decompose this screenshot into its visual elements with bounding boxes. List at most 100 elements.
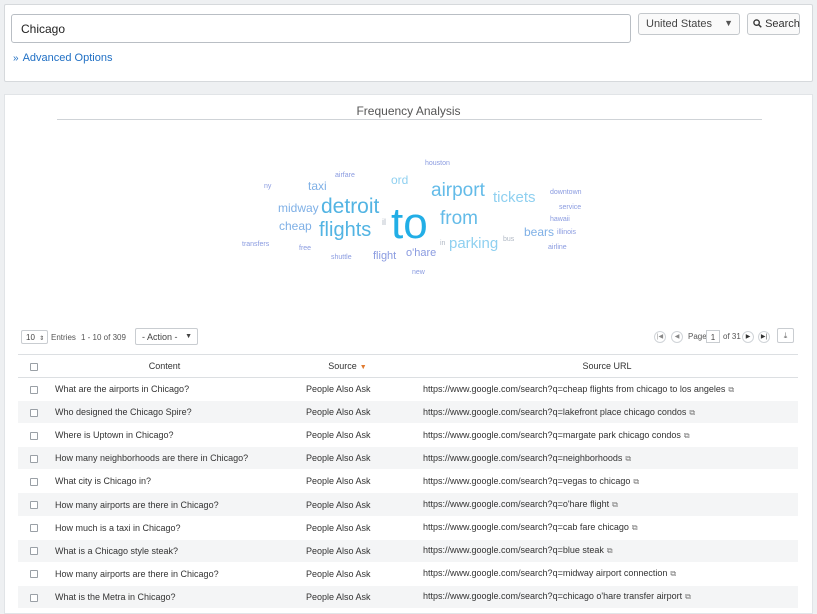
table-row[interactable]: Who designed the Chicago Spire? People Al… [18, 400, 798, 425]
word-cloud-term[interactable]: il [382, 218, 386, 227]
table-row[interactable]: Where is Uptown in Chicago? People Also A… [18, 423, 798, 448]
word-cloud-term[interactable]: parking [449, 236, 498, 251]
column-header-source-url[interactable]: Source URL [416, 354, 798, 378]
table-row[interactable]: What is a Chicago style steak? People Als… [18, 539, 798, 563]
row-checkbox[interactable] [30, 501, 38, 510]
source-url-link[interactable]: https://www.google.com/search?q=neighbor… [423, 453, 622, 463]
word-cloud-term[interactable]: bears [524, 226, 554, 238]
source-url-link[interactable]: https://www.google.com/search?q=chicago … [423, 591, 682, 601]
word-cloud-term[interactable]: ny [264, 183, 271, 190]
entries-per-page-select[interactable]: 10 ⇕ [21, 330, 48, 344]
word-cloud-term[interactable]: to [391, 202, 428, 246]
word-cloud-term[interactable]: ord [391, 174, 408, 186]
row-checkbox[interactable] [30, 593, 38, 602]
next-page-icon[interactable]: ▶ [742, 331, 754, 343]
word-cloud-term[interactable]: downtown [550, 189, 582, 196]
table-row[interactable]: What are the airports in Chicago? People … [18, 377, 798, 402]
word-cloud-term[interactable]: tickets [493, 190, 536, 205]
content-cell: Who designed the Chicago Spire? [50, 400, 279, 425]
first-page-icon[interactable]: |◀ [654, 331, 666, 343]
word-cloud-term[interactable]: transfers [242, 241, 269, 248]
table-row[interactable]: How many neighborhoods are there in Chic… [18, 446, 798, 471]
action-select-value: - Action - [142, 332, 178, 342]
source-cell: People Also Ask [279, 492, 416, 517]
content-cell: How many airports are there in Chicago? [50, 562, 279, 586]
column-header-content[interactable]: Content [50, 354, 279, 378]
row-checkbox-cell [18, 585, 50, 609]
source-url-link[interactable]: https://www.google.com/search?q=blue ste… [423, 545, 604, 555]
row-checkbox[interactable] [30, 385, 38, 394]
table-row[interactable]: How much is a taxi in Chicago? People Als… [18, 516, 798, 540]
content-cell: What is a Chicago style steak? [50, 539, 279, 563]
external-link-icon[interactable]: ⧉ [612, 500, 618, 509]
external-link-icon[interactable]: ⧉ [633, 477, 639, 486]
source-cell: People Also Ask [279, 423, 416, 448]
word-cloud-term[interactable]: illinois [557, 229, 576, 236]
word-cloud-term[interactable]: bus [503, 236, 514, 243]
external-link-icon[interactable]: ⧉ [684, 431, 690, 440]
word-cloud-term[interactable]: airfare [335, 172, 355, 179]
source-url-cell: https://www.google.com/search?q=vegas to… [416, 469, 798, 494]
content-cell: How much is a taxi in Chicago? [50, 516, 279, 540]
word-cloud-term[interactable]: shuttle [331, 254, 352, 261]
table-row[interactable]: What city is Chicago in? People Also Ask h… [18, 469, 798, 494]
table-row[interactable]: How many airports are there in Chicago? P… [18, 492, 798, 517]
word-cloud-term[interactable]: in [440, 240, 445, 247]
external-link-icon[interactable]: ⧉ [670, 569, 676, 578]
word-cloud-term[interactable]: hawaii [550, 216, 570, 223]
row-checkbox[interactable] [30, 547, 38, 556]
word-cloud-term[interactable]: flight [373, 251, 396, 262]
external-link-icon[interactable]: ⧉ [607, 546, 613, 555]
word-cloud-term[interactable]: airport [431, 181, 485, 200]
page-count: of 31 [723, 332, 741, 341]
select-all-cell [18, 354, 50, 378]
source-url-link[interactable]: https://www.google.com/search?q=margate … [423, 430, 681, 440]
word-cloud-term[interactable]: from [440, 209, 478, 228]
row-checkbox[interactable] [30, 454, 38, 463]
source-cell: People Also Ask [279, 516, 416, 540]
column-header-source[interactable]: Source ▼ [279, 354, 416, 378]
source-url-link[interactable]: https://www.google.com/search?q=cheap fl… [423, 384, 725, 394]
external-link-icon[interactable]: ⧉ [685, 592, 691, 601]
last-page-icon[interactable]: ▶| [758, 331, 770, 343]
source-url-link[interactable]: https://www.google.com/search?q=cab fare… [423, 522, 629, 532]
source-url-link[interactable]: https://www.google.com/search?q=lakefron… [423, 407, 686, 417]
external-link-icon[interactable]: ⧉ [689, 408, 695, 417]
word-cloud-term[interactable]: free [299, 245, 311, 252]
row-checkbox[interactable] [30, 408, 38, 417]
action-select[interactable]: - Action - ▼ [135, 328, 198, 345]
word-cloud-term[interactable]: service [559, 204, 581, 211]
chevron-down-icon: ▼ [185, 333, 192, 340]
export-button[interactable]: ⤓ [777, 328, 794, 343]
external-link-icon[interactable]: ⧉ [625, 454, 631, 463]
row-checkbox[interactable] [30, 524, 38, 533]
word-cloud-term[interactable]: airline [548, 244, 567, 251]
page-number-input[interactable]: 1 [706, 330, 720, 343]
word-cloud: to detroit flights airport from tickets parkin… [0, 0, 817, 300]
word-cloud-term[interactable]: detroit [321, 196, 379, 217]
results-table: Content Source ▼ Source URL What are the … [18, 354, 798, 609]
source-url-link[interactable]: https://www.google.com/search?q=vegas to… [423, 476, 630, 486]
source-url-cell: https://www.google.com/search?q=lakefron… [416, 400, 798, 425]
external-link-icon[interactable]: ⧉ [728, 385, 734, 394]
row-checkbox-cell [18, 539, 50, 563]
row-checkbox[interactable] [30, 570, 38, 579]
word-cloud-term[interactable]: new [412, 269, 425, 276]
source-url-link[interactable]: https://www.google.com/search?q=o'hare f… [423, 499, 609, 509]
word-cloud-term[interactable]: taxi [308, 180, 327, 192]
row-checkbox[interactable] [30, 478, 38, 487]
word-cloud-term[interactable]: midway [278, 202, 319, 214]
word-cloud-term[interactable]: houston [425, 160, 450, 167]
external-link-icon[interactable]: ⧉ [632, 523, 638, 532]
word-cloud-term[interactable]: cheap [279, 220, 312, 232]
word-cloud-term[interactable]: o'hare [406, 248, 436, 259]
table-row[interactable]: How many airports are there in Chicago? P… [18, 562, 798, 586]
source-url-link[interactable]: https://www.google.com/search?q=midway a… [423, 568, 667, 578]
entries-count-value: 10 [26, 333, 35, 342]
word-cloud-term[interactable]: flights [319, 220, 371, 240]
table-row[interactable]: What is the Metra in Chicago? People Also… [18, 585, 798, 609]
row-checkbox[interactable] [30, 431, 38, 440]
select-all-checkbox[interactable] [30, 362, 38, 371]
prev-page-icon[interactable]: ◀ [671, 331, 683, 343]
content-cell: What is the Metra in Chicago? [50, 585, 279, 609]
